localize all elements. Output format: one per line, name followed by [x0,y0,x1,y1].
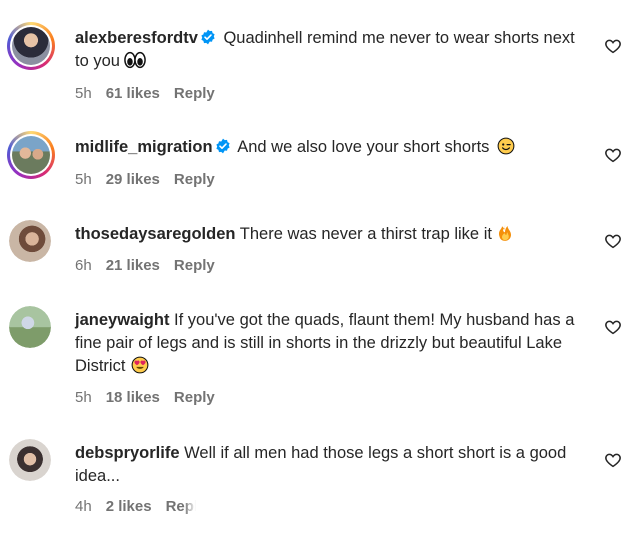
heart-eyes-emoji-icon [132,356,149,374]
comment-time[interactable]: 5h [75,171,92,189]
wink-emoji-icon [498,137,515,155]
comment-username[interactable]: janeywaight [75,311,169,329]
comment-body: janeywaight If you've got the quads, fla… [75,309,590,378]
reply-button[interactable]: Reply [174,171,215,189]
comment-likes[interactable]: 2 likes [106,498,152,516]
verified-badge-icon [201,29,215,45]
comment-body: debspryorlife Well if all men had those … [75,442,590,488]
comment-username[interactable]: thosedaysaregolden [75,225,235,243]
reply-button[interactable]: Reply [174,389,215,407]
fire-emoji-icon [498,225,511,241]
like-heart-icon[interactable] [604,318,622,336]
comment-username[interactable]: alexberesfordtv [75,29,198,47]
comment-likes[interactable]: 29 likes [106,171,160,189]
avatar[interactable] [9,306,51,348]
comment-body: alexberesfordtv Quadinhell remind me nev… [75,27,590,73]
comment-time[interactable]: 5h [75,85,92,103]
comment-likes[interactable]: 18 likes [106,389,160,407]
avatar[interactable] [9,439,51,481]
reply-button[interactable]: Reply [166,498,196,516]
comment-username[interactable]: midlife_migration [75,138,213,156]
comment-time[interactable]: 6h [75,257,92,275]
verified-badge-icon [215,138,230,154]
avatar[interactable] [7,131,55,179]
comment-body: midlife_migration And we also love your … [75,136,590,159]
comment-meta: 5h 18 likes Reply [75,389,229,407]
like-heart-icon[interactable] [604,37,622,55]
avatar[interactable] [7,22,55,70]
comment-likes[interactable]: 21 likes [106,257,160,275]
comment-username[interactable]: debspryorlife [75,444,180,462]
reply-button[interactable]: Reply [174,257,215,275]
like-heart-icon[interactable] [604,146,622,164]
comment-meta: 5h 61 likes Reply [75,85,229,103]
avatar[interactable] [9,220,51,262]
reply-button[interactable]: Reply [174,85,215,103]
comment-text: And we also love your short shorts [233,138,490,156]
comment-time[interactable]: 5h [75,389,92,407]
comment-meta: 4h 2 likes Reply [75,498,210,516]
comment-likes[interactable]: 61 likes [106,85,160,103]
comment-meta: 6h 21 likes Reply [75,257,229,275]
comment-meta: 5h 29 likes Reply [75,171,229,189]
comment-body: thosedaysaregolden There was never a thi… [75,223,590,246]
like-heart-icon[interactable] [604,232,622,250]
comment-time[interactable]: 4h [75,498,92,516]
eyes-emoji-icon [124,51,146,69]
comment-text: There was never a thirst trap like it [239,225,492,243]
like-heart-icon[interactable] [604,451,622,469]
